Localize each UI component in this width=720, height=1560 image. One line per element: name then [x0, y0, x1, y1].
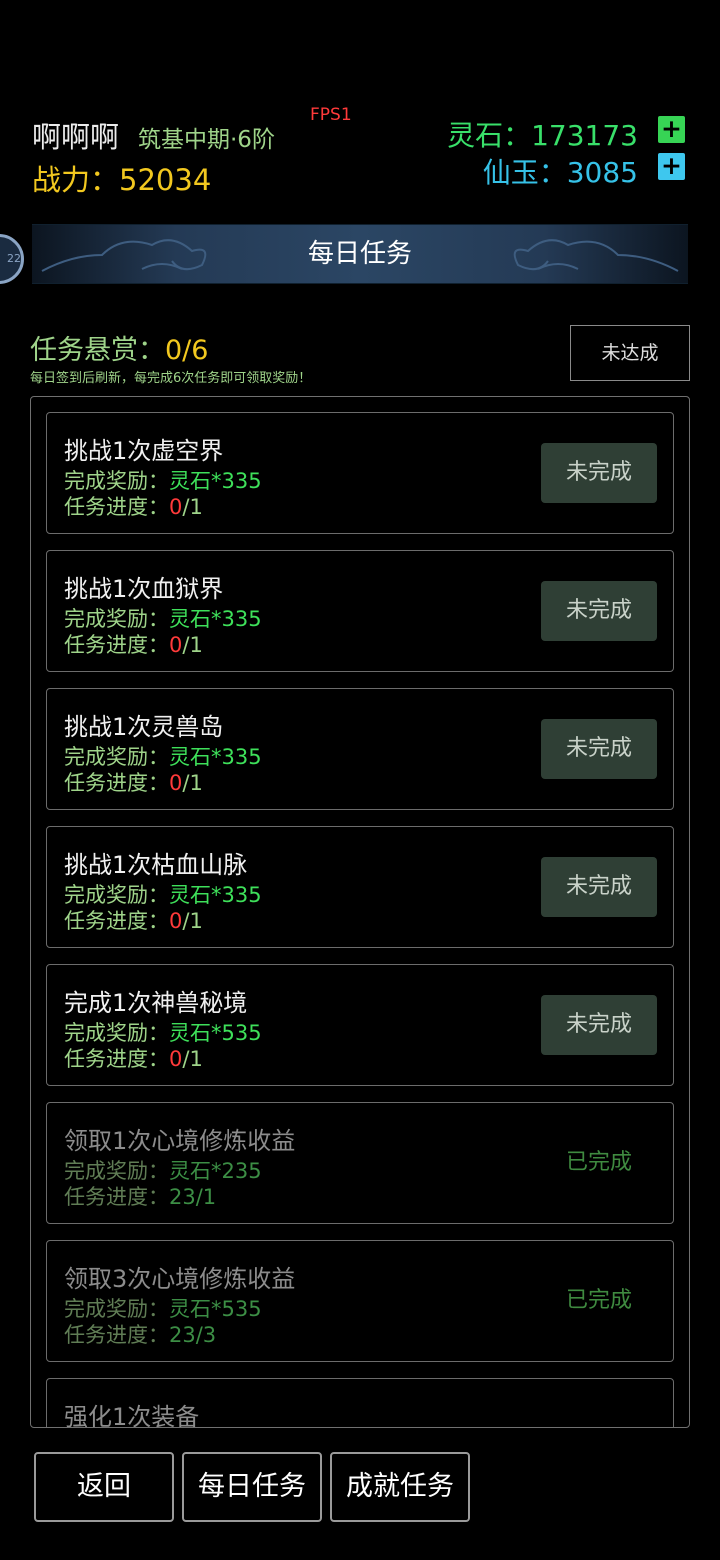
spirit-stone-value: 173173 [531, 119, 638, 152]
cultivation-realm: 筑基中期·6阶 [138, 127, 275, 153]
reward-value: 灵石*335 [169, 607, 262, 631]
progress-label: 任务进度： [64, 495, 169, 519]
progress-label: 任务进度： [64, 1323, 169, 1347]
task-status-button[interactable]: 未完成 [541, 719, 657, 779]
task-title: 完成1次神兽秘境 [64, 989, 248, 1017]
progress-label: 任务进度： [64, 1047, 169, 1071]
progress-total: /1 [195, 1185, 217, 1209]
task-status-button[interactable]: 未完成 [541, 995, 657, 1055]
claim-bounty-button[interactable]: 未达成 [570, 325, 690, 381]
progress-current: 0 [169, 1047, 183, 1071]
task-progress: 任务进度：23/3 [64, 1319, 216, 1349]
progress-label: 任务进度： [64, 633, 169, 657]
task-bounty-hint: 每日签到后刷新，每完成6次任务即可领取奖励！ [30, 371, 312, 386]
task-progress: 任务进度：23/1 [64, 1181, 216, 1211]
task-card: 挑战1次血狱界 完成奖励：灵石*335 任务进度：0/1 未完成 [46, 550, 674, 672]
task-status-label: 已完成 [565, 1288, 632, 1313]
task-card: 强化1次装备 [46, 1378, 674, 1428]
task-progress: 任务进度：0/1 [64, 491, 203, 521]
task-bounty-label: 任务悬赏： [30, 335, 165, 366]
task-title: 挑战1次灵兽岛 [64, 713, 224, 741]
progress-current: 0 [169, 771, 183, 795]
progress-label: 任务进度： [64, 1185, 169, 1209]
task-progress: 任务进度：0/1 [64, 629, 203, 659]
reward-label: 完成奖励： [64, 469, 169, 493]
task-progress: 任务进度：0/1 [64, 1043, 203, 1073]
task-card: 挑战1次虚空界 完成奖励：灵石*335 任务进度：0/1 未完成 [46, 412, 674, 534]
reward-value: 灵石*535 [169, 1297, 262, 1321]
progress-current: 0 [169, 633, 183, 657]
avatar[interactable]: 22 [0, 234, 24, 284]
achievement-tasks-tab[interactable]: 成就任务 [330, 1452, 470, 1522]
reward-label: 完成奖励： [64, 883, 169, 907]
reward-label: 完成奖励： [64, 1297, 169, 1321]
spirit-stone-balance: 灵石：173173 [440, 114, 638, 154]
reward-label: 完成奖励： [64, 1159, 169, 1183]
progress-total: /1 [182, 909, 203, 933]
spirit-stone-label: 灵石： [447, 119, 532, 152]
reward-label: 完成奖励： [64, 745, 169, 769]
reward-label: 完成奖励： [64, 607, 169, 631]
progress-current: 23 [169, 1185, 196, 1209]
task-title: 领取1次心境修炼收益 [64, 1127, 296, 1155]
task-bounty-value: 0/6 [165, 335, 209, 366]
progress-total: /1 [182, 633, 203, 657]
reward-label: 完成奖励： [64, 1021, 169, 1045]
task-status-label: 已完成 [565, 1150, 632, 1175]
immortal-jade-balance: 仙玉：3085 [440, 151, 638, 191]
progress-current: 23 [169, 1323, 196, 1347]
task-card: 完成1次神兽秘境 完成奖励：灵石*535 任务进度：0/1 未完成 [46, 964, 674, 1086]
combat-power-label: 战力： [32, 163, 120, 197]
progress-total: /3 [195, 1323, 217, 1347]
task-card: 挑战1次枯血山脉 完成奖励：灵石*335 任务进度：0/1 未完成 [46, 826, 674, 948]
task-status-button[interactable]: 未完成 [541, 857, 657, 917]
task-progress: 任务进度：0/1 [64, 905, 203, 935]
task-status-button[interactable]: 未完成 [541, 443, 657, 503]
add-spirit-stone-button[interactable]: + [658, 116, 685, 143]
combat-power: 战力：52034 [32, 157, 211, 199]
task-card: 领取3次心境修炼收益 完成奖励：灵石*535 任务进度：23/3 已完成 [46, 1240, 674, 1362]
task-title: 挑战1次枯血山脉 [64, 851, 248, 879]
progress-total: /1 [182, 1047, 203, 1071]
immortal-jade-value: 3085 [566, 156, 638, 189]
task-list[interactable]: 挑战1次虚空界 完成奖励：灵石*335 任务进度：0/1 未完成 挑战1次血狱界… [30, 396, 690, 1428]
task-status-button[interactable]: 未完成 [541, 581, 657, 641]
immortal-jade-label: 仙玉： [482, 156, 567, 189]
progress-label: 任务进度： [64, 909, 169, 933]
task-card: 领取1次心境修炼收益 完成奖励：灵石*235 任务进度：23/1 已完成 [46, 1102, 674, 1224]
fps-counter: FPS1 [310, 105, 352, 125]
task-card: 挑战1次灵兽岛 完成奖励：灵石*335 任务进度：0/1 未完成 [46, 688, 674, 810]
progress-total: /1 [182, 771, 203, 795]
reward-value: 灵石*335 [169, 883, 262, 907]
task-title: 挑战1次虚空界 [64, 437, 224, 465]
progress-total: /1 [182, 495, 203, 519]
player-name: 啊啊啊 [32, 120, 120, 154]
reward-value: 灵石*235 [169, 1159, 262, 1183]
task-progress: 任务进度：0/1 [64, 767, 203, 797]
task-bounty: 任务悬赏：0/6 [30, 328, 208, 367]
reward-value: 灵石*535 [169, 1021, 262, 1045]
combat-power-value: 52034 [119, 163, 212, 197]
back-button[interactable]: 返回 [34, 1452, 174, 1522]
reward-value: 灵石*335 [169, 469, 262, 493]
task-title: 领取3次心境修炼收益 [64, 1265, 296, 1293]
task-title: 强化1次装备 [64, 1403, 200, 1428]
task-title: 挑战1次血狱界 [64, 575, 224, 603]
add-immortal-jade-button[interactable]: + [658, 153, 685, 180]
title-banner: 每日任务 [32, 224, 688, 284]
progress-label: 任务进度： [64, 771, 169, 795]
page-title: 每日任务 [307, 239, 412, 269]
progress-current: 0 [169, 909, 183, 933]
progress-current: 0 [169, 495, 183, 519]
daily-tasks-tab[interactable]: 每日任务 [182, 1452, 322, 1522]
reward-value: 灵石*335 [169, 745, 262, 769]
